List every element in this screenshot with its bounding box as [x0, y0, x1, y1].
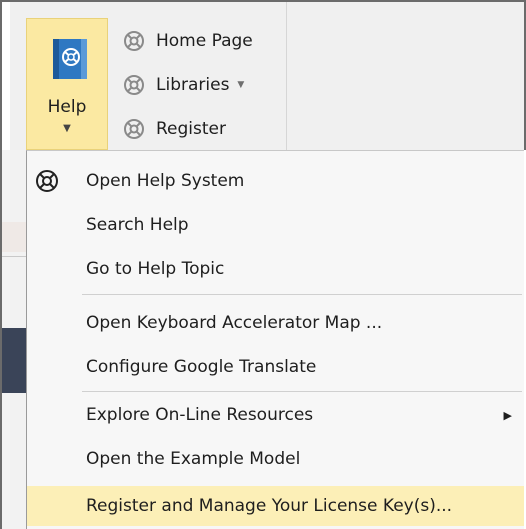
help-book-icon	[53, 39, 87, 79]
menu-item-label: Search Help	[86, 215, 189, 235]
menu-item-label: Open Help System	[86, 171, 245, 191]
ribbon-help-group: Help ▼ Home Page Libraries ▼ Register	[10, 2, 524, 150]
help-system-icon	[36, 170, 58, 192]
menu-item-label: Open Keyboard Accelerator Map ...	[86, 313, 383, 333]
help-globe-icon	[122, 30, 148, 52]
ribbon-empty-area	[287, 2, 524, 150]
libraries-button[interactable]: Libraries ▼	[122, 70, 244, 100]
menu-item-keyboard-accelerator-map[interactable]: Open Keyboard Accelerator Map ...	[27, 303, 524, 343]
menu-separator	[82, 294, 522, 295]
background-divider	[2, 256, 26, 257]
home-page-button[interactable]: Home Page	[122, 26, 253, 56]
help-button-label: Help	[47, 97, 87, 117]
menu-item-explore-online-resources[interactable]: Explore On-Line Resources ▶	[27, 395, 524, 435]
submenu-arrow-icon: ▶	[503, 408, 512, 422]
menu-item-configure-google-translate[interactable]: Configure Google Translate	[27, 347, 524, 387]
help-button[interactable]: Help ▼	[26, 18, 108, 150]
menu-item-register-license-keys[interactable]: Register and Manage Your License Key(s).…	[27, 486, 524, 526]
menu-item-label: Register and Manage Your License Key(s).…	[86, 496, 453, 516]
menu-item-go-to-help-topic[interactable]: Go to Help Topic	[27, 249, 524, 289]
register-label: Register	[156, 119, 226, 139]
libraries-label: Libraries	[156, 75, 230, 95]
menu-item-open-help-system[interactable]: Open Help System	[27, 161, 524, 201]
menu-item-label: Explore On-Line Resources	[86, 405, 314, 425]
menu-item-open-example-model[interactable]: Open the Example Model	[27, 439, 524, 479]
background-dark-panel	[2, 328, 26, 393]
menu-item-label: Configure Google Translate	[86, 357, 317, 377]
register-button[interactable]: Register	[122, 114, 226, 144]
chevron-down-icon: ▼	[63, 123, 71, 134]
menu-item-label: Open the Example Model	[86, 449, 301, 469]
home-page-label: Home Page	[156, 31, 253, 51]
menu-item-search-help[interactable]: Search Help	[27, 205, 524, 245]
chevron-down-icon: ▼	[237, 80, 245, 90]
menu-separator	[82, 391, 522, 392]
menu-item-label: Go to Help Topic	[86, 259, 225, 279]
help-globe-icon	[122, 74, 148, 96]
help-dropdown-menu: Open Help System Search Help Go to Help …	[26, 150, 524, 529]
background-panel-mark	[2, 222, 26, 252]
help-globe-icon	[122, 118, 148, 140]
